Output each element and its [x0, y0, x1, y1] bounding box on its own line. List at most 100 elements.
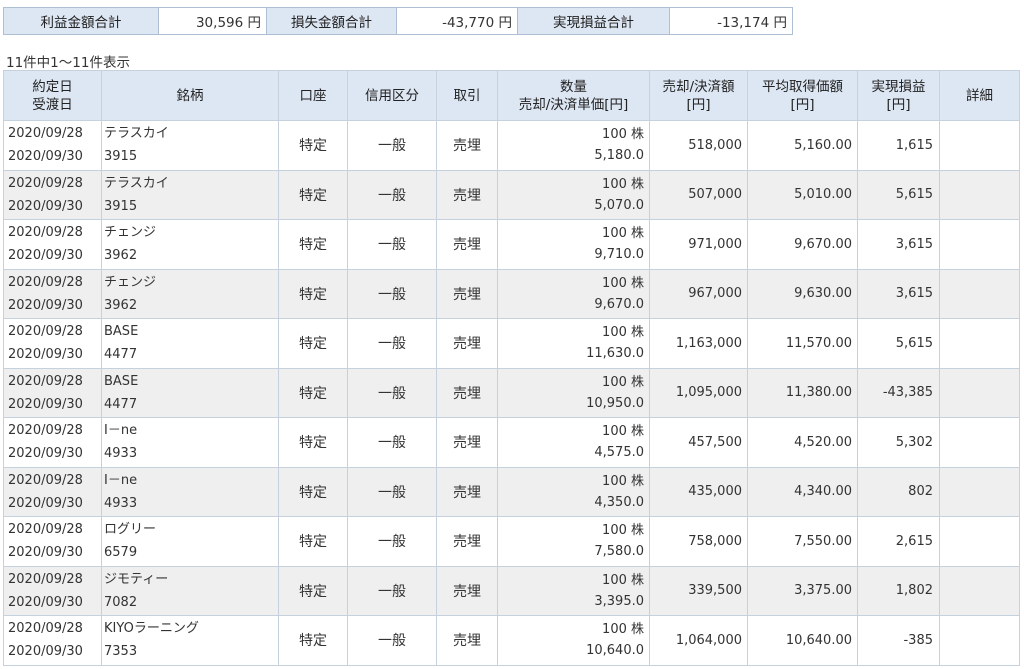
- brand-code: 4477: [104, 396, 138, 412]
- brand-code: 7353: [104, 644, 138, 660]
- qty-cell: 100 株 5,070.0: [497, 169, 650, 220]
- unit-price: 9,710.0: [594, 247, 644, 263]
- unit-price: 5,070.0: [594, 197, 644, 213]
- trade-cell: 売埋: [436, 615, 498, 666]
- brand-cell: テラスカイ 3915: [101, 120, 279, 171]
- avg-price-cell: 9,670.00: [747, 219, 858, 270]
- trade-cell: 売埋: [436, 169, 498, 220]
- quantity: 100 株: [602, 226, 644, 242]
- trade-date: 2020/09/28: [8, 126, 83, 142]
- quantity: 100 株: [602, 176, 644, 192]
- trade-cell: 売埋: [436, 120, 498, 171]
- amount-cell: 457,500: [649, 417, 748, 468]
- unit-price: 7,580.0: [594, 544, 644, 560]
- realized-pl-cell: 1,802: [857, 565, 940, 616]
- trade-date: 2020/09/28: [8, 571, 83, 587]
- loss-total-value: -43,770 円: [396, 7, 518, 35]
- header-brand[interactable]: 銘柄: [101, 70, 279, 121]
- table-row: 2020/09/28 2020/09/30 テラスカイ 3915 特定 一般 売埋 100 株…: [3, 169, 1020, 220]
- unit-price: 5,180.0: [594, 148, 644, 164]
- header-qty[interactable]: 数量 売却/決済単価[円]: [497, 70, 650, 121]
- summary-table: 利益金額合計 30,596 円 損失金額合計 -43,770 円 実現損益合計 …: [3, 7, 793, 35]
- settle-date: 2020/09/30: [8, 248, 83, 264]
- realized-pl-cell: 5,302: [857, 417, 940, 468]
- qty-cell: 100 株 10,640.0: [497, 615, 650, 666]
- trade-date: 2020/09/28: [8, 373, 83, 389]
- unit-price: 10,950.0: [586, 395, 644, 411]
- avg-price-cell: 3,375.00: [747, 565, 858, 616]
- brand-cell: テラスカイ 3915: [101, 169, 279, 220]
- credit-cell: 一般: [347, 219, 437, 270]
- qty-cell: 100 株 3,395.0: [497, 565, 650, 616]
- trade-cell: 売埋: [436, 367, 498, 418]
- table-row: 2020/09/28 2020/09/30 ログリー 6579 特定 一般 売埋 100 株 7…: [3, 516, 1020, 567]
- table-row: 2020/09/28 2020/09/30 BASE 4477 特定 一般 売埋 100 株1…: [3, 318, 1020, 369]
- header-avg-price[interactable]: 平均取得価額 [円]: [747, 70, 858, 121]
- profit-total-label: 利益金額合計: [3, 7, 159, 35]
- table-row: 2020/09/28 2020/09/30 チェンジ 3962 特定 一般 売埋 100 株 9…: [3, 219, 1020, 270]
- credit-cell: 一般: [347, 169, 437, 220]
- date-cell: 2020/09/28 2020/09/30: [3, 417, 102, 468]
- account-cell: 特定: [278, 417, 348, 468]
- brand-name: ジモティー: [104, 571, 169, 587]
- brand-cell: ジモティー 7082: [101, 565, 279, 616]
- amount-cell: 507,000: [649, 169, 748, 220]
- amount-cell: 1,163,000: [649, 318, 748, 369]
- brand-code: 7082: [104, 594, 138, 610]
- trade-cell: 売埋: [436, 516, 498, 567]
- detail-cell: [939, 516, 1020, 567]
- brand-cell: BASE 4477: [101, 367, 279, 418]
- date-cell: 2020/09/28 2020/09/30: [3, 120, 102, 171]
- qty-cell: 100 株 10,950.0: [497, 367, 650, 418]
- trade-date: 2020/09/28: [8, 472, 83, 488]
- header-date[interactable]: 約定日 受渡日: [3, 70, 102, 121]
- realized-pl-cell: 3,615: [857, 268, 940, 319]
- amount-cell: 1,064,000: [649, 615, 748, 666]
- realized-pl-cell: 802: [857, 466, 940, 517]
- brand-name: BASE: [104, 373, 139, 389]
- table-row: 2020/09/28 2020/09/30 I－ne 4933 特定 一般 売埋 100 株 4…: [3, 417, 1020, 468]
- detail-cell: [939, 120, 1020, 171]
- unit-price: 4,575.0: [594, 445, 644, 461]
- header-amount[interactable]: 売却/決済額 [円]: [649, 70, 748, 121]
- brand-code: 3962: [104, 248, 138, 264]
- brand-name: KIYOラーニング: [104, 621, 199, 637]
- trade-date: 2020/09/28: [8, 324, 83, 340]
- brand-name: テラスカイ: [104, 175, 169, 191]
- table-header-row: 約定日 受渡日 銘柄 口座 信用区分 取引 数量 売却/決済単価[円] 売却/決済額…: [3, 70, 1020, 121]
- result-count: 11件中1～11件表示: [6, 55, 130, 71]
- detail-cell: [939, 169, 1020, 220]
- amount-cell: 1,095,000: [649, 367, 748, 418]
- realized-total-label: 実現損益合計: [517, 7, 670, 35]
- header-account[interactable]: 口座: [278, 70, 348, 121]
- trade-date: 2020/09/28: [8, 175, 83, 191]
- realized-pl-table: 約定日 受渡日 銘柄 口座 信用区分 取引 数量 売却/決済単価[円] 売却/決済額…: [3, 70, 1020, 666]
- brand-cell: I－ne 4933: [101, 466, 279, 517]
- credit-cell: 一般: [347, 318, 437, 369]
- settle-date: 2020/09/30: [8, 198, 83, 214]
- avg-price-cell: 9,630.00: [747, 268, 858, 319]
- avg-price-cell: 5,010.00: [747, 169, 858, 220]
- trade-cell: 売埋: [436, 466, 498, 517]
- account-cell: 特定: [278, 120, 348, 171]
- quantity: 100 株: [602, 572, 644, 588]
- realized-pl-cell: 5,615: [857, 318, 940, 369]
- qty-cell: 100 株 11,630.0: [497, 318, 650, 369]
- header-realized-pl[interactable]: 実現損益 [円]: [857, 70, 940, 121]
- brand-code: 6579: [104, 545, 138, 561]
- table-row: 2020/09/28 2020/09/30 テラスカイ 3915 特定 一般 売埋 100 株…: [3, 120, 1020, 171]
- header-trade[interactable]: 取引: [436, 70, 498, 121]
- detail-cell: [939, 466, 1020, 517]
- amount-cell: 435,000: [649, 466, 748, 517]
- trade-cell: 売埋: [436, 219, 498, 270]
- header-credit[interactable]: 信用区分: [347, 70, 437, 121]
- account-cell: 特定: [278, 466, 348, 517]
- realized-pl-cell: 5,615: [857, 169, 940, 220]
- brand-cell: KIYOラーニング 7353: [101, 615, 279, 666]
- avg-price-cell: 4,340.00: [747, 466, 858, 517]
- amount-cell: 518,000: [649, 120, 748, 171]
- settle-date: 2020/09/30: [8, 149, 83, 165]
- realized-pl-cell: 1,615: [857, 120, 940, 171]
- brand-name: チェンジ: [104, 225, 157, 241]
- credit-cell: 一般: [347, 367, 437, 418]
